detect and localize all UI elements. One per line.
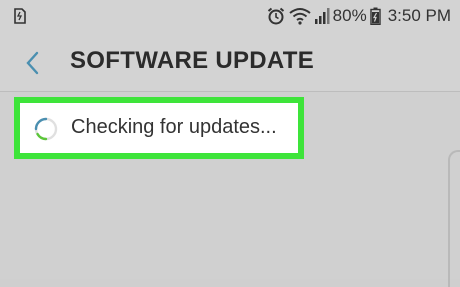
loading-spinner-icon — [33, 116, 59, 142]
battery-percent: 80% — [332, 6, 367, 25]
status-bar: 80% 3:50 PM — [0, 0, 460, 32]
wifi-icon — [289, 7, 311, 25]
alarm-icon — [266, 6, 286, 26]
battery-icon — [369, 7, 381, 25]
status-icons: 80% 3:50 PM — [266, 5, 451, 27]
page-title: SOFTWARE UPDATE — [70, 47, 315, 74]
app-header: SOFTWARE UPDATE — [0, 32, 460, 92]
checking-status-text: Checking for updates... — [71, 116, 277, 138]
checking-updates-card: Checking for updates... — [14, 97, 304, 159]
sim-icon — [14, 8, 26, 24]
chevron-left-icon[interactable] — [24, 50, 42, 76]
clock-time: 3:50 PM — [387, 6, 451, 25]
scroll-edge — [448, 150, 460, 287]
signal-icon — [314, 7, 330, 25]
